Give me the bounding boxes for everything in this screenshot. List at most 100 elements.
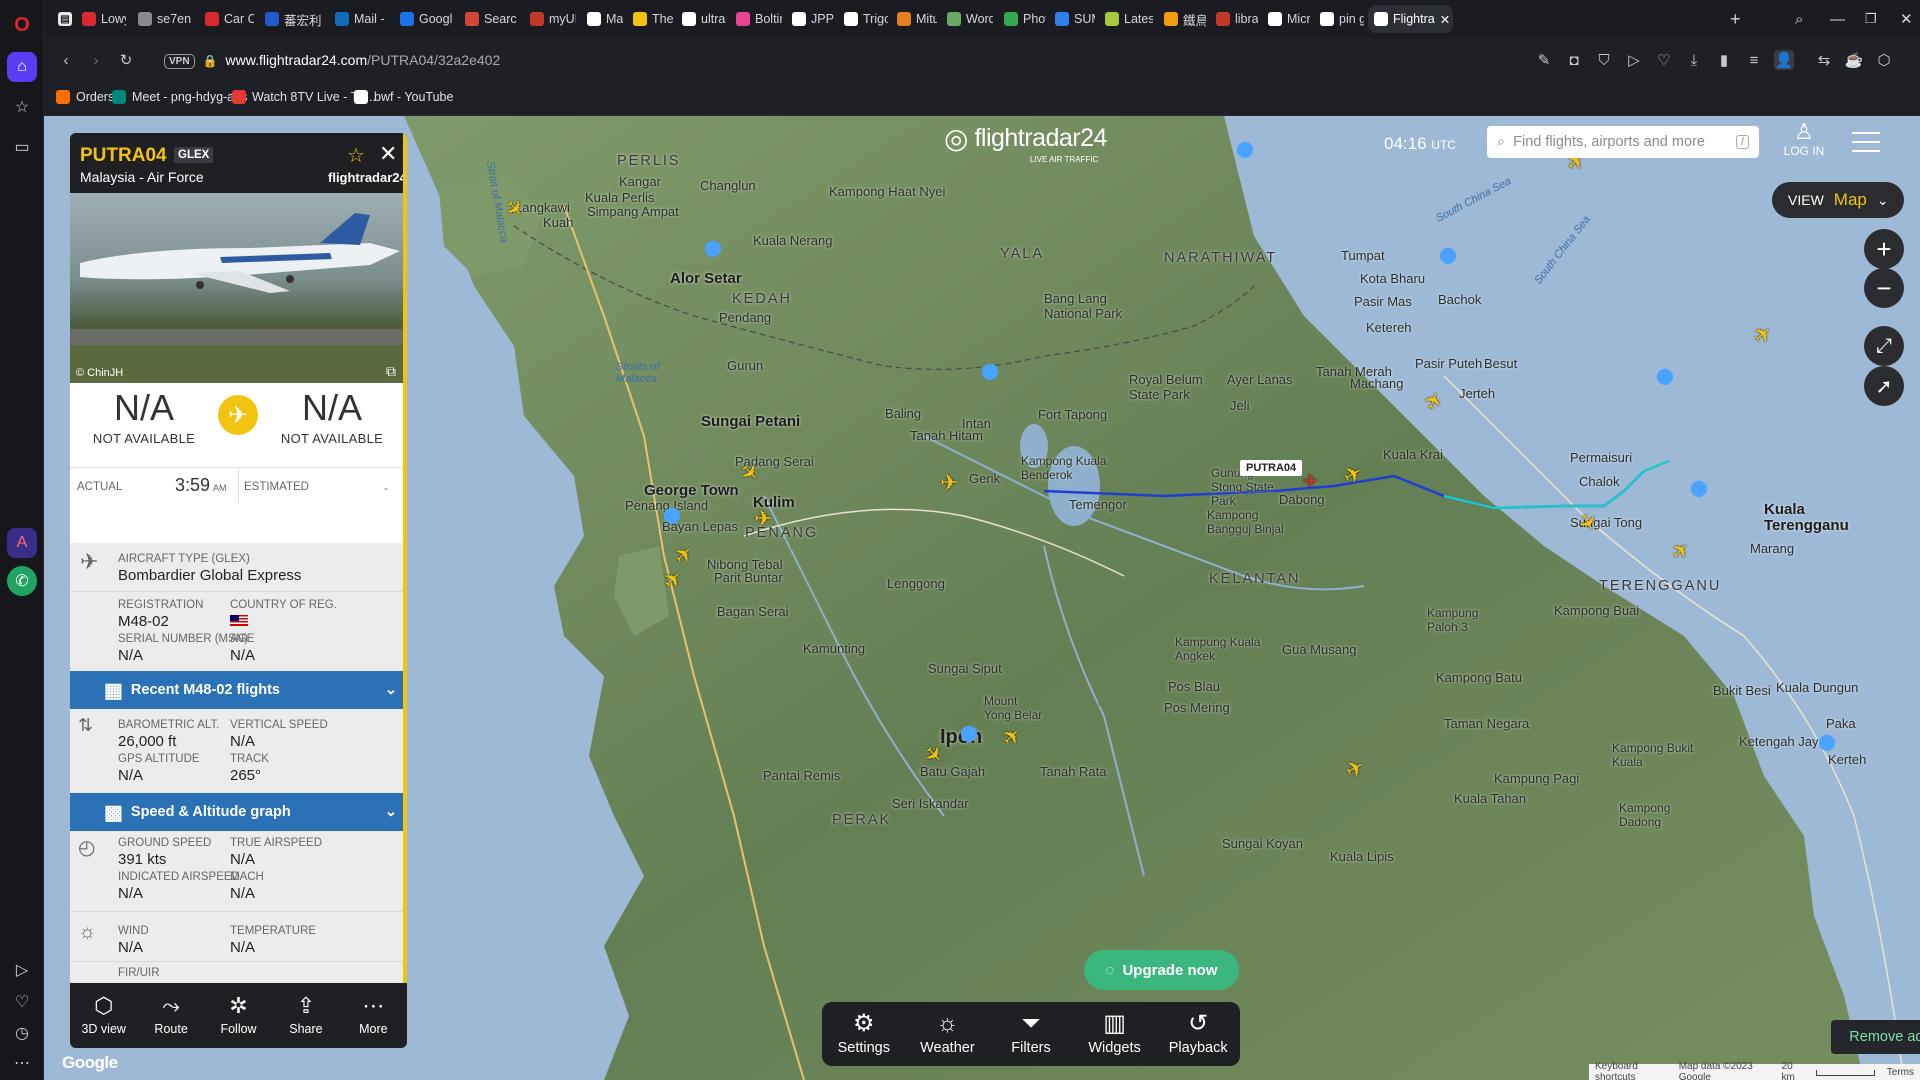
tab-19[interactable]: 鐵鳥迷 (1158, 5, 1206, 33)
tab-0[interactable]: Lowy (76, 5, 126, 33)
star-icon[interactable]: ☆ (347, 143, 365, 168)
lock-icon[interactable]: 🔒 (203, 54, 218, 68)
3d-view-button[interactable]: ⬡ 3D view (70, 983, 137, 1048)
extensions-icon[interactable]: ⬡ (1874, 50, 1894, 70)
airport-pin-icon[interactable]: ⬤ (1818, 735, 1836, 753)
settings-button[interactable]: ⚙ Settings (822, 1002, 906, 1066)
tab-11[interactable]: Boltin (730, 5, 782, 33)
tab-7[interactable]: myUL (524, 5, 576, 33)
tab-6[interactable]: Search (459, 5, 517, 33)
terms-link[interactable]: Terms (1887, 1067, 1914, 1078)
tab-9[interactable]: The Pr (627, 5, 673, 33)
airport-pin-icon[interactable]: ⬤ (663, 508, 681, 526)
tab-14[interactable]: Mitutc (891, 5, 937, 33)
maximize-button[interactable]: ❐ (1859, 5, 1883, 33)
play-icon[interactable]: ▷ (1624, 50, 1644, 70)
locate-icon[interactable]: ➚ (1864, 366, 1904, 406)
filters-button[interactable]: ⏷ Filters (989, 1002, 1073, 1066)
close-panel-icon[interactable]: ✕ (379, 141, 397, 167)
login-button[interactable]: ♙ LOG IN (1779, 120, 1829, 164)
aircraft-icon[interactable]: ✈ (940, 472, 958, 494)
url-field[interactable]: VPN 🔒 www.flightradar24.com/PUTRA04/32a2… (164, 46, 1764, 76)
airport-pin-icon[interactable]: ⬤ (1439, 248, 1457, 266)
zoom-out-button[interactable]: − (1864, 268, 1904, 308)
widgets-button[interactable]: ▥ Widgets (1073, 1002, 1157, 1066)
battery-icon[interactable]: ▮ (1714, 50, 1734, 70)
briefcase-icon[interactable]: ▭ (7, 132, 37, 162)
opera-logo-icon[interactable]: O (7, 10, 37, 40)
aria-icon[interactable]: A (7, 528, 37, 558)
fullscreen-icon[interactable]: ⤢ (1864, 326, 1904, 366)
tab-12[interactable]: JPP 20 (786, 5, 834, 33)
airport-pin-icon[interactable]: ⬤ (960, 726, 978, 744)
view-selector[interactable]: VIEW Map ⌄ (1772, 182, 1904, 218)
tab-13[interactable]: Trigon (838, 5, 888, 33)
profile-icon[interactable]: 👤 (1774, 50, 1794, 70)
remove-ads-button[interactable]: Remove ads (1831, 1020, 1920, 1054)
zoom-in-button[interactable]: + (1864, 229, 1904, 269)
tab-2[interactable]: Car Cl (199, 5, 254, 33)
download-icon[interactable]: ⤓ (1684, 50, 1704, 70)
airport-pin-icon[interactable]: ⬤ (981, 364, 999, 382)
home-icon[interactable]: ⌂ (7, 52, 37, 82)
share-button[interactable]: ⇪ Share (272, 983, 339, 1048)
speed-graph-header[interactable]: ▩ Speed & Altitude graph ⌄ (70, 793, 407, 831)
flight-tag[interactable]: PUTRA04 (1240, 460, 1303, 476)
external-link-icon[interactable]: ⧉ (386, 363, 396, 380)
airport-pin-icon[interactable]: ⬤ (1236, 142, 1254, 160)
flight-search-input[interactable]: ⌕ Find flights, airports and more / (1487, 126, 1759, 158)
translate-icon[interactable]: ⇆ (1814, 50, 1834, 70)
minimize-button[interactable]: — (1824, 5, 1848, 33)
tab-10[interactable]: ultras (676, 5, 726, 33)
forward-icon[interactable]: › (86, 50, 106, 70)
tab-16[interactable]: Photo (998, 5, 1046, 33)
photo-credit[interactable]: © ChinJH (76, 367, 123, 379)
tab-15[interactable]: Wordl (941, 5, 993, 33)
more-button[interactable]: ⋯ More (340, 983, 407, 1048)
tab-search-icon[interactable]: ⌕ (1789, 5, 1813, 33)
close-window-button[interactable]: ✕ (1894, 5, 1918, 33)
tab-22[interactable]: pin go (1314, 5, 1364, 33)
heart-icon[interactable]: ♡ (1654, 50, 1674, 70)
keyboard-shortcuts-link[interactable]: Keyboard shortcuts (1595, 1061, 1667, 1080)
tab-17[interactable]: SUMB (1049, 5, 1095, 33)
aircraft-icon[interactable]: ✈ (754, 508, 772, 530)
follow-button[interactable]: ✲ Follow (205, 983, 272, 1048)
airport-pin-icon[interactable]: ⬤ (1690, 481, 1708, 499)
tab-4[interactable]: Mail - (329, 5, 387, 33)
fr24-logo[interactable]: ◎ flightradar24 LIVE AIR TRAFFIC (944, 122, 1134, 170)
aircraft-photo[interactable]: © ChinJH ⧉ (70, 193, 407, 383)
tab-3[interactable]: 蕃宏利 (259, 5, 321, 33)
tab-5[interactable]: Googl (394, 5, 452, 33)
upgrade-button[interactable]: ◌ Upgrade now (1084, 950, 1239, 990)
airport-pin-icon[interactable]: ⬤ (1656, 369, 1674, 387)
recent-flights-header[interactable]: ▦ Recent M48-02 flights ⌄ (70, 671, 407, 709)
tab-menu-icon[interactable]: ▤ (52, 5, 76, 33)
tab-8[interactable]: Malay (581, 5, 623, 33)
bookmark-3[interactable]: bwf - YouTube (354, 90, 453, 104)
registration-value[interactable]: M48-02 (118, 613, 169, 630)
selected-aircraft-icon[interactable]: ✈ (1303, 472, 1318, 490)
edit-icon[interactable]: ✎ (1534, 50, 1554, 70)
reload-icon[interactable]: ↻ (116, 50, 136, 70)
coffee-off-icon[interactable]: ☕ (1844, 50, 1864, 70)
playback-button[interactable]: ↺ Playback (1156, 1002, 1240, 1066)
history-icon[interactable]: ◷ (7, 1018, 37, 1048)
tab-18[interactable]: Latest (1099, 5, 1153, 33)
camera-icon[interactable]: ◘ (1564, 50, 1584, 70)
star-icon[interactable]: ☆ (7, 92, 37, 122)
close-tab-icon[interactable]: ✕ (1440, 12, 1450, 27)
destination-code[interactable]: N/A (262, 387, 402, 429)
tab-20[interactable]: library (1210, 5, 1258, 33)
origin-code[interactable]: N/A (74, 387, 214, 429)
new-tab-button[interactable]: + (1724, 5, 1748, 33)
weather-button[interactable]: ☼ Weather (906, 1002, 990, 1066)
bookmark-0[interactable]: Orders (56, 90, 114, 104)
airport-pin-icon[interactable]: ⬤ (704, 241, 722, 259)
tab-21[interactable]: Micro (1262, 5, 1310, 33)
route-button[interactable]: ⤳ Route (137, 983, 204, 1048)
more-icon[interactable]: ⋯ (7, 1048, 37, 1078)
shield-icon[interactable]: ⛉ (1594, 50, 1614, 70)
tab-23[interactable]: Flightra ✕ (1368, 5, 1453, 33)
back-icon[interactable]: ‹ (56, 50, 76, 70)
